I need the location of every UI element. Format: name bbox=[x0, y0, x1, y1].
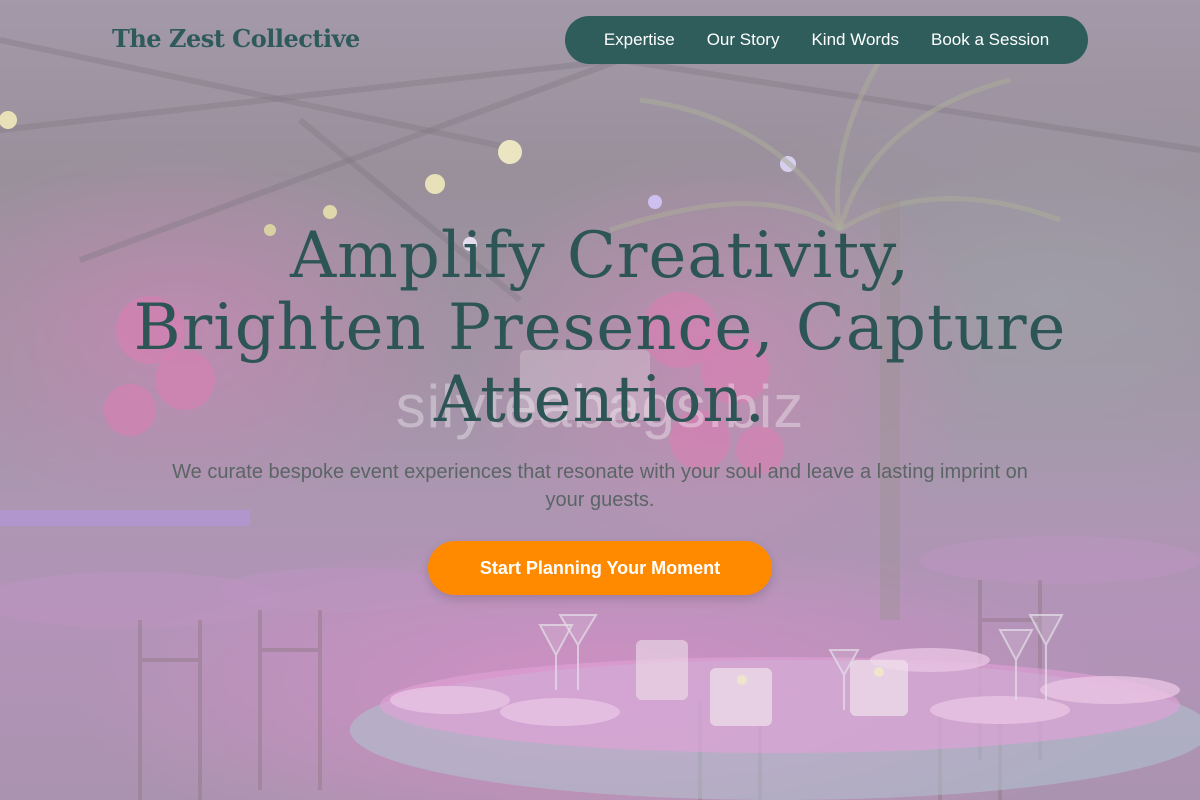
hero-subheading: We curate bespoke event experiences that… bbox=[172, 461, 1028, 511]
headline-line-1: Amplify Creativity, bbox=[289, 219, 911, 293]
main-nav: Expertise Our Story Kind Words Book a Se… bbox=[565, 16, 1088, 64]
headline-line-3: Attention. bbox=[434, 363, 766, 437]
nav-link-book-a-session[interactable]: Book a Session bbox=[931, 30, 1049, 50]
start-planning-button[interactable]: Start Planning Your Moment bbox=[428, 541, 772, 595]
headline-line-2: Brighten Presence, Capture bbox=[133, 291, 1067, 365]
nav-link-our-story[interactable]: Our Story bbox=[707, 30, 780, 50]
nav-link-kind-words[interactable]: Kind Words bbox=[811, 30, 899, 50]
nav-link-expertise[interactable]: Expertise bbox=[604, 30, 675, 50]
hero-headline: Amplify Creativity, Brighten Presence, C… bbox=[100, 220, 1100, 436]
brand-logo[interactable]: The Zest Collective bbox=[112, 24, 360, 53]
